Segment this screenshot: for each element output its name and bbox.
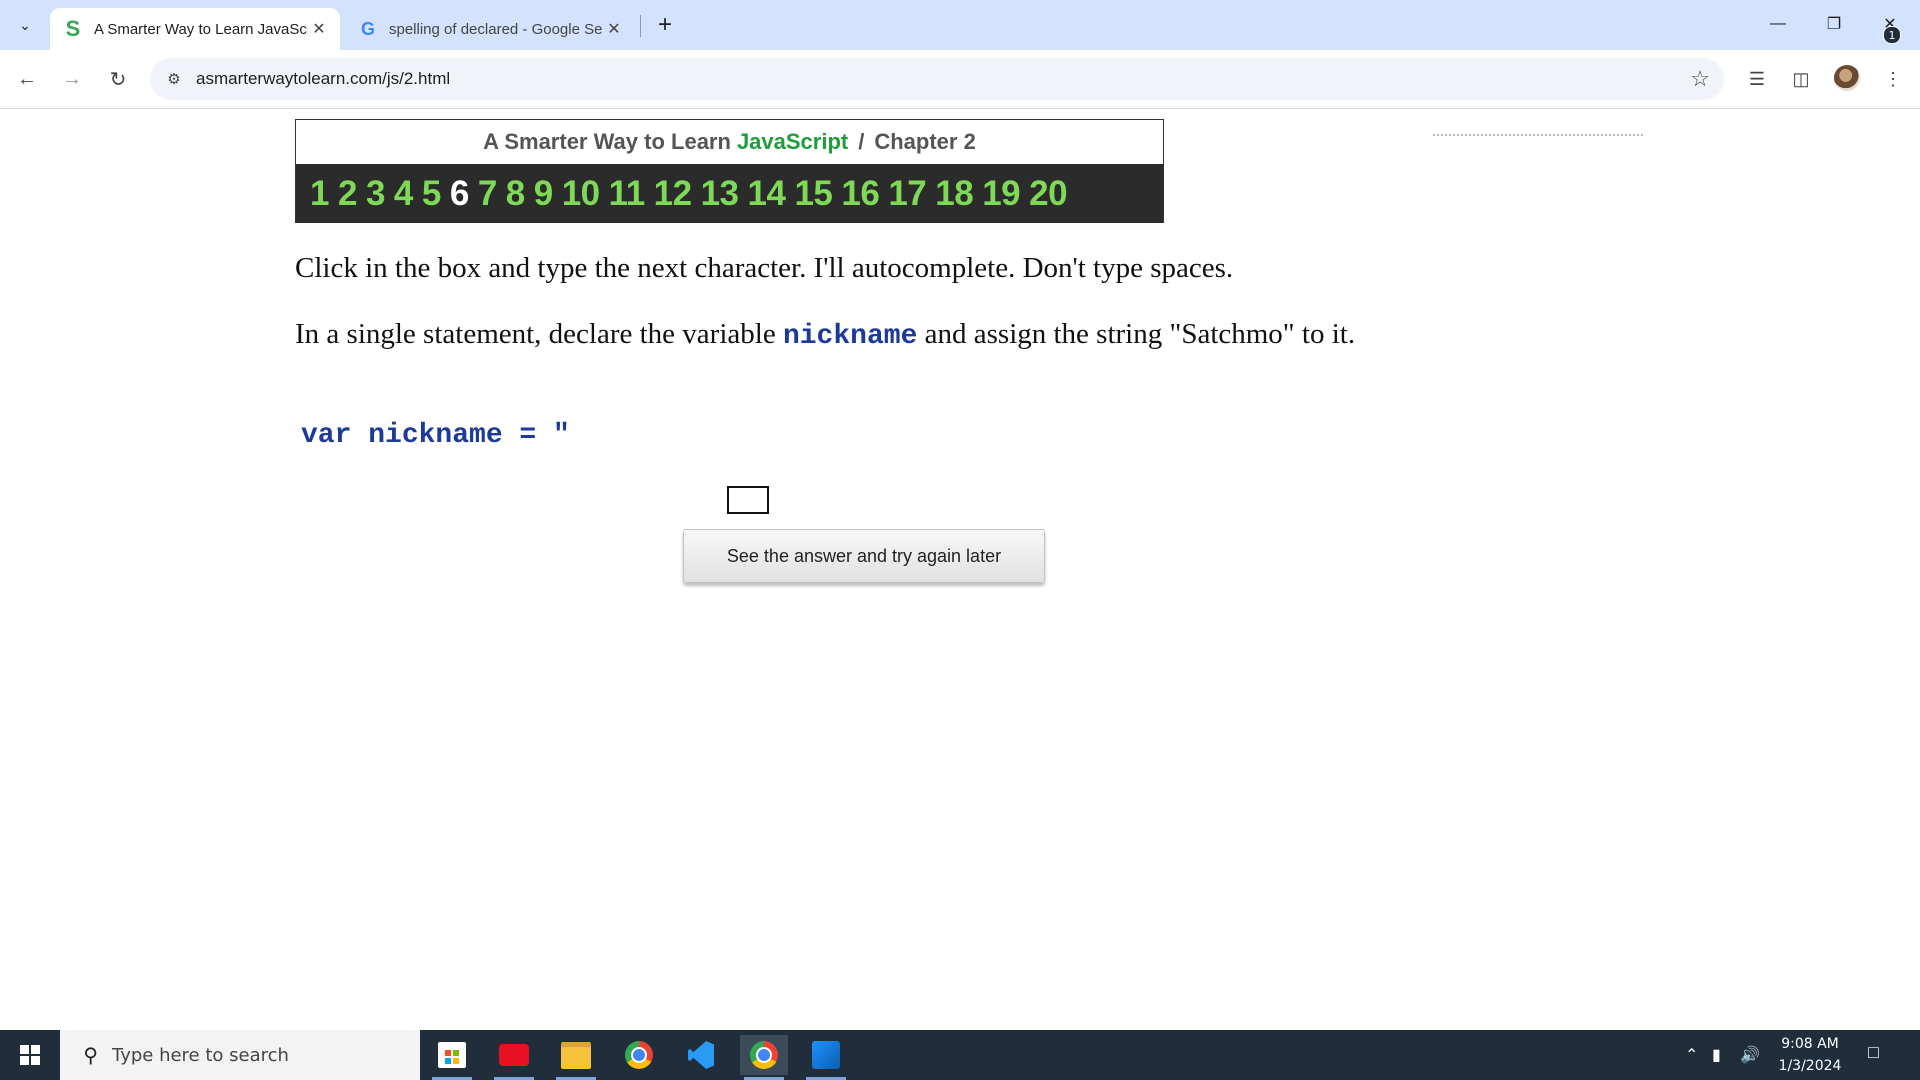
tab-smarter-way[interactable]: S A Smarter Way to Learn JavaScr ✕ xyxy=(50,8,340,50)
chrome-profile-shape xyxy=(750,1041,778,1069)
dotted-divider xyxy=(1433,134,1643,136)
vscode-icon[interactable] xyxy=(677,1035,725,1075)
course-title: A Smarter Way to Learn JavaScript / Chap… xyxy=(296,120,1163,164)
prompt-after: and assign the string "Satchmo" to it. xyxy=(917,318,1356,350)
restore-icon[interactable]: ❐ xyxy=(1806,6,1862,42)
chapter-link-11[interactable]: 11 xyxy=(609,174,646,214)
tab-google-search[interactable]: G spelling of declared - Google Se ✕ xyxy=(345,8,635,50)
system-clock[interactable]: 9:08 AM 1/3/2024 xyxy=(1760,1033,1860,1077)
site-info-icon[interactable]: ⚙ xyxy=(162,67,186,91)
chrome-icon[interactable] xyxy=(615,1035,663,1075)
red-app-icon[interactable] xyxy=(490,1035,538,1080)
chapter-nav: 1 2 3 4 5 6 7 8 9 10 11 12 13 14 15 16 17 18 19 20 xyxy=(296,164,1163,223)
side-panel-icon[interactable]: ◫ xyxy=(1786,64,1816,94)
instruction-text: Click in the box and type the next chara… xyxy=(295,252,1234,284)
chapter-link-10[interactable]: 10 xyxy=(562,174,600,214)
notification-count-badge: 1 xyxy=(1883,26,1901,44)
chapter-link-3[interactable]: 3 xyxy=(366,174,385,214)
clock-date: 1/3/2024 xyxy=(1778,1058,1842,1074)
photos-icon[interactable] xyxy=(802,1035,850,1080)
tab-title: A Smarter Way to Learn JavaScr xyxy=(94,20,308,38)
file-explorer-icon[interactable] xyxy=(552,1035,600,1080)
address-bar[interactable]: ⚙ asmarterwaytolearn.com/js/2.html ☆ xyxy=(150,58,1724,100)
prompt-before: In a single statement, declare the varia… xyxy=(295,318,783,350)
chapter-link-5[interactable]: 5 xyxy=(422,174,441,214)
clock-time: 9:08 AM xyxy=(1781,1036,1839,1052)
vscode-logo-shape xyxy=(688,1041,714,1069)
start-button[interactable] xyxy=(0,1030,60,1080)
windows-taskbar: ⚲ Type here to search ⌃ ▮ 🔊 9:08 AM 1/3/… xyxy=(0,1030,1920,1080)
folder-shape xyxy=(561,1041,591,1069)
battery-icon[interactable]: ▮ xyxy=(1712,1030,1721,1080)
url-text[interactable]: asmarterwaytolearn.com/js/2.html xyxy=(196,69,450,89)
browser-toolbar: ← → ↻ ⚙ asmarterwaytolearn.com/js/2.html… xyxy=(0,50,1920,109)
new-tab-plus-icon[interactable]: + xyxy=(650,10,680,40)
chapter-link-20[interactable]: 20 xyxy=(1029,174,1067,214)
tray-chevron-icon[interactable]: ⌃ xyxy=(1685,1030,1698,1080)
see-answer-button[interactable]: See the answer and try again later xyxy=(683,529,1045,583)
chapter-link-12[interactable]: 12 xyxy=(654,174,692,214)
chapter-link-9[interactable]: 9 xyxy=(534,174,553,214)
chapter-link-15[interactable]: 15 xyxy=(794,174,832,214)
answer-input-box[interactable] xyxy=(727,486,769,514)
notification-center-icon[interactable]: □ xyxy=(1868,1042,1894,1068)
reload-icon[interactable]: ↻ xyxy=(103,64,133,94)
s-favicon-icon: S xyxy=(65,16,81,41)
chapter-link-17[interactable]: 17 xyxy=(888,174,926,214)
forward-arrow-icon[interactable]: → xyxy=(57,64,87,94)
chrome-logo-shape xyxy=(625,1041,653,1069)
photos-shape xyxy=(812,1041,840,1069)
profile-avatar[interactable] xyxy=(1834,65,1860,91)
microsoft-store-icon[interactable] xyxy=(428,1035,476,1080)
back-arrow-icon[interactable]: ← xyxy=(12,64,42,94)
chapter-link-2[interactable]: 2 xyxy=(338,174,357,214)
store-bag-shape xyxy=(438,1042,466,1068)
close-tab-icon[interactable]: ✕ xyxy=(308,18,330,40)
chapter-link-16[interactable]: 16 xyxy=(841,174,879,214)
chapter-link-4[interactable]: 4 xyxy=(394,174,413,214)
course-title-prefix: A Smarter Way to Learn xyxy=(483,129,731,154)
windows-logo-icon xyxy=(20,1045,40,1065)
more-menu-icon[interactable]: ⋮ xyxy=(1878,64,1908,94)
course-title-brand[interactable]: JavaScript xyxy=(737,129,848,155)
search-placeholder: Type here to search xyxy=(112,1044,289,1066)
close-tab-icon[interactable]: ✕ xyxy=(603,18,625,40)
chapter-link-6[interactable]: 6 xyxy=(450,174,469,214)
chapter-link-18[interactable]: 18 xyxy=(935,174,973,214)
volume-icon[interactable]: 🔊 xyxy=(1740,1030,1760,1080)
chapter-link-8[interactable]: 8 xyxy=(506,174,525,214)
code-so-far: var nickname = " xyxy=(301,420,570,451)
taskbar-search-box[interactable]: ⚲ Type here to search xyxy=(60,1030,420,1080)
search-icon: ⚲ xyxy=(83,1044,98,1067)
tab-strip: ⌄ S A Smarter Way to Learn JavaScr ✕ G s… xyxy=(0,0,1920,50)
media-controls-icon[interactable]: ☰ xyxy=(1742,64,1772,94)
chapter-label: Chapter 2 xyxy=(874,129,976,154)
red-app-shape xyxy=(499,1044,529,1066)
chapter-link-13[interactable]: 13 xyxy=(701,174,739,214)
course-header: A Smarter Way to Learn JavaScript / Chap… xyxy=(295,119,1164,223)
chapter-link-7[interactable]: 7 xyxy=(478,174,497,214)
chapter-link-1[interactable]: 1 xyxy=(310,174,329,214)
tab-divider xyxy=(640,15,641,37)
bookmark-star-icon[interactable]: ☆ xyxy=(1690,66,1710,92)
chapter-link-19[interactable]: 19 xyxy=(982,174,1020,214)
tab-title: spelling of declared - Google Se xyxy=(389,20,603,38)
exercise-prompt: In a single statement, declare the varia… xyxy=(295,316,1445,355)
chapter-link-14[interactable]: 14 xyxy=(748,174,786,214)
google-favicon-icon: G xyxy=(360,18,375,39)
prompt-variable: nickname xyxy=(782,321,918,352)
chrome-profile-icon[interactable] xyxy=(740,1035,788,1080)
tab-search-chevron-icon[interactable]: ⌄ xyxy=(10,10,40,40)
title-separator: / xyxy=(858,129,865,154)
minimize-icon[interactable]: — xyxy=(1750,6,1806,42)
